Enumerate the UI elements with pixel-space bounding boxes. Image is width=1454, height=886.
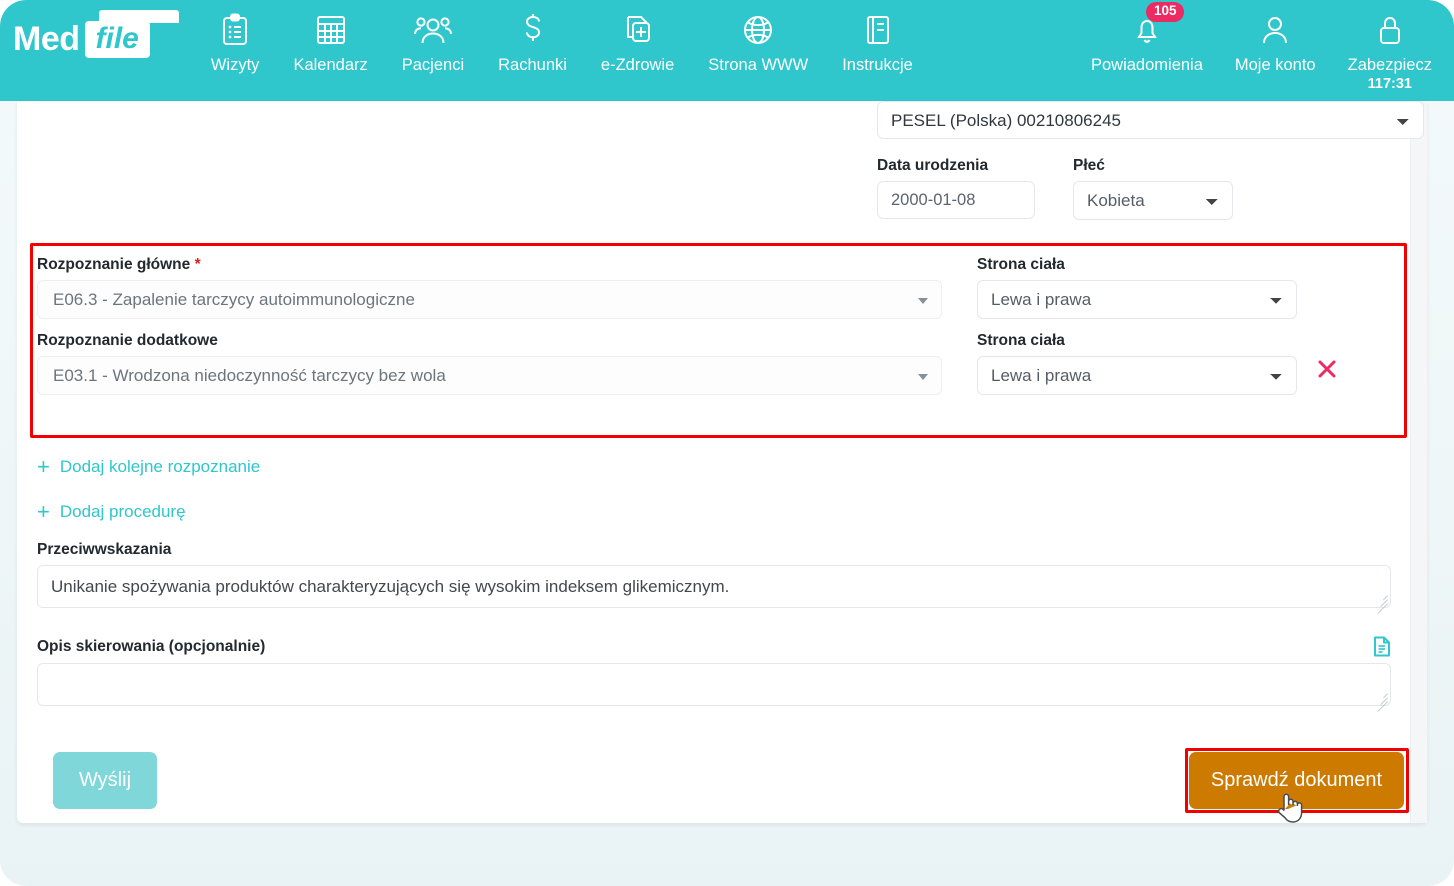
brand-file-badge: file xyxy=(84,10,179,59)
globe-icon xyxy=(742,9,774,50)
contraindications-textarea[interactable]: Unikanie spożywania produktów charaktery… xyxy=(37,565,1391,608)
notification-badge: 105 xyxy=(1145,2,1185,22)
add-diagnosis-link[interactable]: + Dodaj kolejne rozpoznanie xyxy=(37,456,260,478)
main-nav: Wizyty Kalendarz Pacjenci Rachunki e-Zdr… xyxy=(194,9,930,75)
bell-icon: 105 xyxy=(1132,2,1185,50)
clipboard-icon xyxy=(220,9,250,50)
nav-label-kalendarz: Kalendarz xyxy=(293,56,368,74)
top-navigation-bar: Med file Wizyty Kalendarz Pacjenci Rachu… xyxy=(0,0,1454,101)
close-x-icon xyxy=(1318,360,1336,378)
check-document-button[interactable]: Sprawdź dokument xyxy=(1189,752,1404,809)
add-diagnosis-label: Dodaj kolejne rozpoznanie xyxy=(59,457,261,476)
diagnosis-extra-row: Rozpoznanie dodatkowe E03.1 - Wrodzona n… xyxy=(37,332,1397,395)
nav-item-wizyty[interactable]: Wizyty xyxy=(194,9,277,75)
add-procedure-label: Dodaj procedurę xyxy=(59,502,186,521)
remove-diagnosis-button[interactable] xyxy=(1297,359,1357,379)
main-diagnosis-group: Rozpoznanie główne * E06.3 - Zapalenie t… xyxy=(37,256,942,319)
extra-body-side-label: Strona ciała xyxy=(977,332,1065,349)
main-body-side-select[interactable]: Lewa i prawa xyxy=(977,280,1297,319)
main-diagnosis-label: Rozpoznanie główne * xyxy=(37,256,942,274)
users-icon xyxy=(413,9,452,50)
nav-right-group: 105 Powiadomienia Moje konto Zabezpiecz … xyxy=(1075,2,1448,92)
nav-label-wizyty: Wizyty xyxy=(210,56,260,74)
main-body-side-label: Strona ciała xyxy=(977,256,1065,273)
nav-label-rachunki: Rachunki xyxy=(498,56,567,74)
extra-diagnosis-select[interactable]: E03.1 - Wrodzona niedoczynność tarczycy … xyxy=(37,356,942,395)
sex-field-group: Płeć Kobieta xyxy=(1073,157,1233,220)
referral-description-textarea-wrap xyxy=(37,663,1391,712)
referral-description-group: Opis skierowania (opcjonalnie) xyxy=(37,636,1391,712)
dob-input[interactable] xyxy=(877,181,1035,219)
referral-description-label: Opis skierowania (opcjonalnie) xyxy=(37,637,266,655)
book-icon xyxy=(863,9,893,50)
nav-item-instrukcje[interactable]: Instrukcje xyxy=(825,9,930,75)
extra-diagnosis-value: E03.1 - Wrodzona niedoczynność tarczycy … xyxy=(53,365,446,385)
vertical-scrollbar[interactable] xyxy=(1410,101,1427,823)
pesel-row: PESEL (Polska) 00210806245 xyxy=(877,101,1424,139)
referral-description-header: Opis skierowania (opcjonalnie) xyxy=(37,636,1391,663)
nav-item-zabezpiecz[interactable]: Zabezpiecz 117:31 xyxy=(1332,9,1448,92)
diagnosis-main-row: Rozpoznanie główne * E06.3 - Zapalenie t… xyxy=(37,256,1397,319)
referral-description-textarea[interactable] xyxy=(37,663,1391,706)
sex-select[interactable]: Kobieta xyxy=(1073,181,1233,220)
form-card: PESEL (Polska) 00210806245 Data urodzeni… xyxy=(17,101,1427,823)
chevron-down-icon xyxy=(918,374,928,380)
main-body-side-group: Strona ciała Lewa i prawa xyxy=(977,256,1297,319)
nav-label-strona-www: Strona WWW xyxy=(708,56,809,74)
dob-field-group: Data urodzenia xyxy=(877,157,1035,220)
nav-item-powiadomienia[interactable]: 105 Powiadomienia xyxy=(1075,2,1219,75)
page-shell: Med file Wizyty Kalendarz Pacjenci Rachu… xyxy=(0,0,1454,886)
contraindications-label: Przeciwwskazania xyxy=(37,541,172,558)
plus-icon: + xyxy=(37,499,50,524)
nav-label-pacjenci: Pacjenci xyxy=(401,56,465,74)
pesel-select[interactable]: PESEL (Polska) 00210806245 xyxy=(877,101,1424,139)
document-icon[interactable] xyxy=(1373,636,1391,657)
nav-label-e-zdrowie: e-Zdrowie xyxy=(600,56,675,74)
nav-item-pacjenci[interactable]: Pacjenci xyxy=(385,9,481,75)
nav-item-kalendarz[interactable]: Kalendarz xyxy=(276,9,384,75)
main-diagnosis-value: E06.3 - Zapalenie tarczycy autoimmunolog… xyxy=(53,289,415,309)
nav-label-powiadomienia: Powiadomienia xyxy=(1090,56,1203,74)
nav-item-moje-konto[interactable]: Moje konto xyxy=(1219,9,1332,75)
extra-body-side-select[interactable]: Lewa i prawa xyxy=(977,356,1297,395)
send-button[interactable]: Wyślij xyxy=(53,752,157,809)
extra-diagnosis-label: Rozpoznanie dodatkowe xyxy=(37,332,218,349)
diagnosis-section: Rozpoznanie główne * E06.3 - Zapalenie t… xyxy=(37,256,1397,408)
nav-item-e-zdrowie[interactable]: e-Zdrowie xyxy=(584,9,691,75)
brand-file-text: file xyxy=(84,21,150,59)
brand-logo[interactable]: Med file xyxy=(13,10,179,59)
contraindications-textarea-wrap: Unikanie spożywania produktów charaktery… xyxy=(37,565,1391,614)
nav-label-zabezpiecz: Zabezpiecz xyxy=(1347,56,1432,74)
app-root: Med file Wizyty Kalendarz Pacjenci Rachu… xyxy=(0,0,1454,886)
nav-item-rachunki[interactable]: Rachunki xyxy=(481,9,584,75)
chevron-down-icon xyxy=(918,298,928,304)
add-procedure-link[interactable]: + Dodaj procedurę xyxy=(37,501,186,523)
main-diagnosis-label-text: Rozpoznanie główne xyxy=(37,256,191,273)
nav-label-instrukcje: Instrukcje xyxy=(842,56,913,74)
security-timer: 117:31 xyxy=(1367,76,1412,92)
form-body: PESEL (Polska) 00210806245 Data urodzeni… xyxy=(17,101,1424,823)
extra-diagnosis-group: Rozpoznanie dodatkowe E03.1 - Wrodzona n… xyxy=(37,332,942,395)
dob-label: Data urodzenia xyxy=(877,157,989,174)
nav-label-moje-konto: Moje konto xyxy=(1234,56,1316,74)
calendar-icon xyxy=(315,9,347,50)
main-diagnosis-select[interactable]: E06.3 - Zapalenie tarczycy autoimmunolog… xyxy=(37,280,942,319)
brand-med-text: Med xyxy=(13,20,80,58)
dollar-icon xyxy=(520,9,546,50)
nav-item-strona-www[interactable]: Strona WWW xyxy=(691,9,825,75)
plus-icon: + xyxy=(37,454,50,479)
lock-icon xyxy=(1375,9,1405,50)
extra-body-side-group: Strona ciała Lewa i prawa xyxy=(977,332,1297,395)
user-icon xyxy=(1260,9,1290,50)
medical-file-icon xyxy=(623,9,653,50)
dob-sex-row: Data urodzenia Płeć Kobieta xyxy=(877,157,1233,220)
required-asterisk: * xyxy=(194,256,201,273)
contraindications-group: Przeciwwskazania Unikanie spożywania pro… xyxy=(37,541,1391,614)
sex-label: Płeć xyxy=(1073,157,1105,174)
